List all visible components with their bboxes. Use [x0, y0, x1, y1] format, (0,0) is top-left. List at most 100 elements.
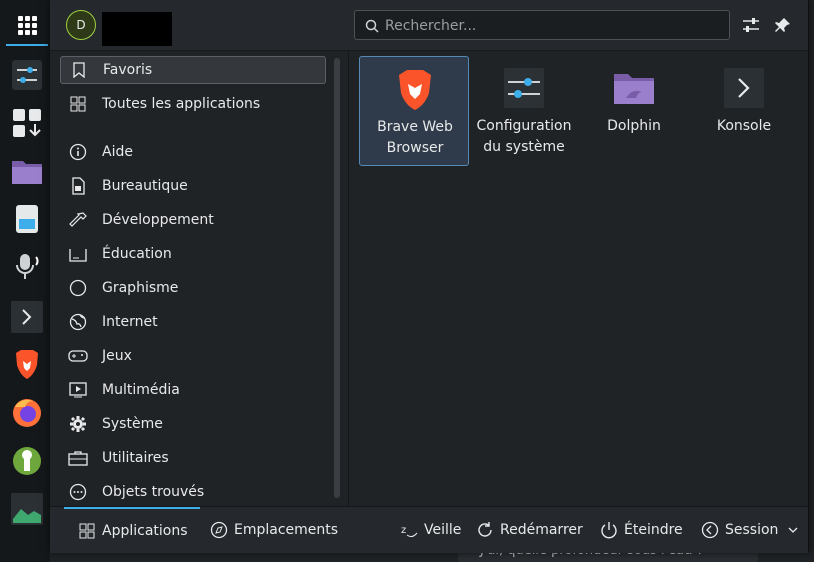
category-label: Éducation	[102, 246, 172, 262]
button-label: Éteindre	[624, 522, 683, 538]
category-all-apps[interactable]: Toutes les applications	[60, 90, 326, 118]
app-launcher-button[interactable]	[6, 6, 48, 46]
grid-icon	[17, 15, 37, 35]
button-label: Session	[725, 522, 779, 538]
toolbox-icon	[68, 448, 88, 468]
task-scanner-icon[interactable]	[8, 200, 46, 238]
app-label: Configuration	[476, 118, 572, 134]
sleep-icon: z	[400, 521, 418, 539]
search-field[interactable]	[354, 10, 730, 41]
app-label: Konsole	[716, 118, 772, 134]
category-label: Objets trouvés	[102, 484, 205, 500]
restart-button[interactable]: Redémarrer	[476, 515, 583, 545]
category-developpement[interactable]: Développement	[60, 206, 326, 234]
category-jeux[interactable]: Jeux	[60, 342, 326, 370]
button-label: Veille	[424, 522, 462, 538]
pin-button[interactable]	[770, 12, 796, 38]
app-label: Browser	[386, 140, 444, 156]
category-label: Utilitaires	[102, 450, 169, 466]
category-systeme[interactable]: Système	[60, 410, 326, 438]
search-input[interactable]	[383, 11, 717, 41]
task-dolphin-icon[interactable]	[8, 152, 46, 190]
bookmark-icon	[69, 60, 89, 80]
gamepad-icon	[68, 346, 88, 366]
category-aide[interactable]: Aide	[60, 138, 326, 166]
app-brave[interactable]: Brave Web Browser	[359, 56, 469, 166]
category-label: Bureautique	[102, 178, 188, 194]
app-system-settings[interactable]: Configuration du système	[469, 56, 579, 166]
app-dolphin[interactable]: Dolphin	[579, 56, 689, 166]
svg-text:z: z	[401, 525, 406, 536]
category-label: Graphisme	[102, 280, 179, 296]
grid-icon	[68, 94, 88, 114]
tab-places[interactable]: Emplacements	[210, 515, 338, 545]
task-keepassxc-icon[interactable]	[8, 442, 46, 480]
task-system-monitor-icon[interactable]	[8, 490, 46, 528]
chevron-left-circle-icon	[701, 521, 719, 539]
brave-icon	[399, 70, 431, 110]
graphics-icon	[68, 278, 88, 298]
task-konsole-icon[interactable]	[8, 298, 46, 336]
tab-label: Applications	[102, 523, 188, 539]
tab-label: Emplacements	[234, 522, 339, 538]
category-graphisme[interactable]: Graphisme	[60, 274, 326, 302]
category-label: Multimédia	[102, 382, 180, 398]
category-internet[interactable]: Internet	[60, 308, 326, 336]
sliders-icon	[743, 18, 759, 32]
category-label: Toutes les applications	[102, 96, 261, 112]
hammer-icon	[68, 210, 88, 230]
globe-icon	[68, 312, 88, 332]
category-utilitaires[interactable]: Utilitaires	[60, 444, 326, 472]
launcher-header: D	[50, 0, 808, 51]
folder-icon	[614, 74, 654, 104]
avatar[interactable]: D	[66, 10, 96, 40]
office-icon	[68, 176, 88, 196]
category-education[interactable]: Éducation	[60, 240, 326, 268]
category-label: Aide	[102, 144, 133, 160]
category-label: Jeux	[102, 348, 132, 364]
terminal-icon	[724, 68, 764, 108]
restart-icon	[476, 521, 494, 539]
chevron-down-icon	[784, 521, 802, 539]
button-label: Redémarrer	[500, 522, 583, 538]
launcher-footer: Applications Emplacements z Veille Redém…	[50, 506, 808, 553]
category-label: Internet	[102, 314, 158, 330]
divider	[348, 50, 349, 506]
task-firefox-icon[interactable]	[8, 394, 46, 432]
task-manager-panel	[0, 0, 50, 562]
category-favoris[interactable]: Favoris	[60, 56, 326, 84]
category-sidebar: Favoris Toutes les applications Aide Bur…	[50, 50, 348, 506]
education-icon	[68, 244, 88, 264]
redacted-username	[102, 12, 172, 46]
multimedia-icon	[68, 380, 88, 400]
shutdown-button[interactable]: Éteindre	[600, 515, 683, 545]
task-settings-icon[interactable]	[8, 56, 46, 94]
category-label: Favoris	[103, 62, 153, 78]
tab-applications[interactable]: Applications	[64, 507, 200, 553]
task-discover-icon[interactable]	[8, 104, 46, 142]
category-bureautique[interactable]: Bureautique	[60, 172, 326, 200]
sleep-button[interactable]: z Veille	[400, 515, 461, 545]
pin-icon	[775, 18, 790, 32]
app-label: du système	[483, 139, 565, 155]
category-label: Développement	[102, 212, 214, 228]
application-launcher: D Favoris Toutes les applications Aide	[50, 0, 809, 553]
configure-button[interactable]	[738, 12, 764, 38]
app-label: Brave Web	[377, 119, 453, 135]
settings-sliders-icon	[504, 68, 544, 108]
ellipsis-icon	[68, 482, 88, 502]
grid-icon	[78, 522, 96, 540]
search-icon	[365, 18, 379, 37]
category-objets-trouves[interactable]: Objets trouvés	[60, 478, 326, 506]
category-scrollbar[interactable]	[334, 58, 340, 498]
compass-icon	[210, 521, 228, 539]
app-konsole[interactable]: Konsole	[689, 56, 799, 166]
category-multimedia[interactable]: Multimédia	[60, 376, 326, 404]
power-icon	[600, 521, 618, 539]
task-microphone-icon[interactable]	[8, 248, 46, 286]
session-button[interactable]: Session	[701, 515, 802, 545]
category-label: Système	[102, 416, 163, 432]
info-icon	[68, 142, 88, 162]
app-label: Dolphin	[607, 118, 661, 134]
task-brave-icon[interactable]	[8, 346, 46, 384]
